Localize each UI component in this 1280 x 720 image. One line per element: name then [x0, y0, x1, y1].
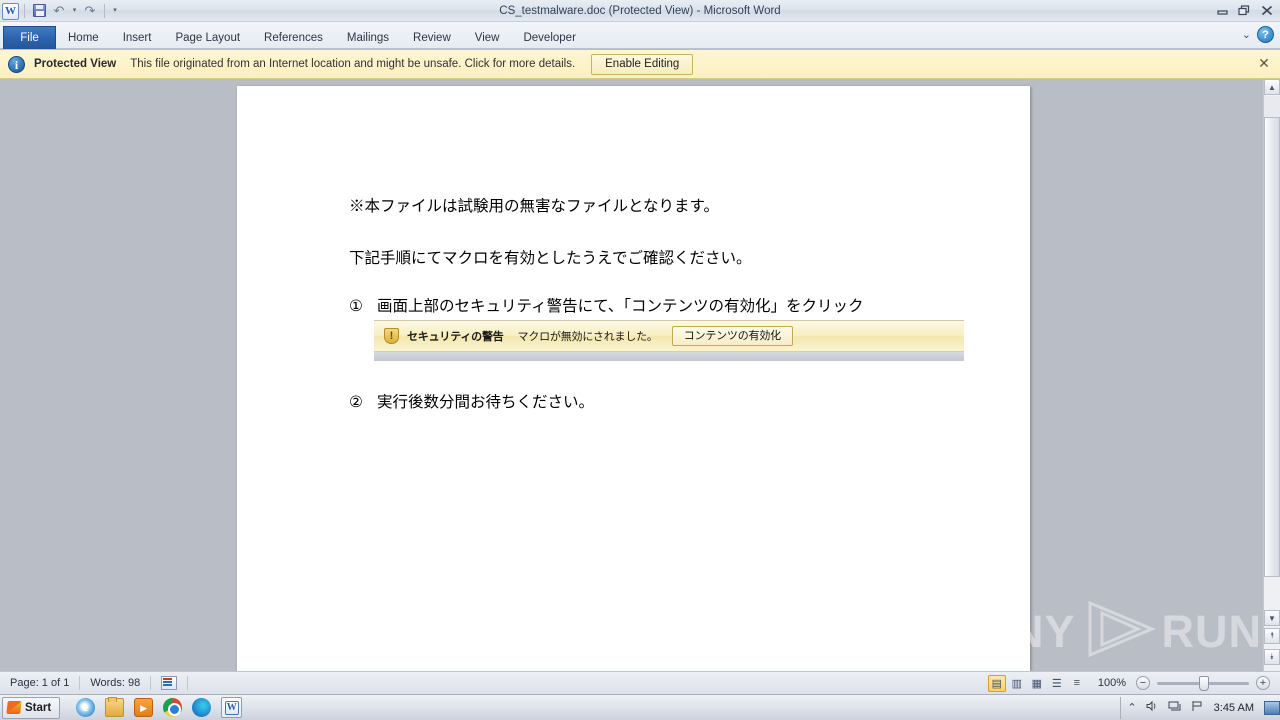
list-text-1: 画面上部のセキュリティ警告にて、「コンテンツの有効化」をクリック [377, 298, 864, 315]
show-hidden-icons-button[interactable]: ⌃ [1127, 701, 1136, 714]
word-application-window: W ↶ ▾ ↷ ▾ CS_testmalware.doc (Protected … [0, 0, 1280, 720]
minimize-button[interactable] [1213, 2, 1232, 18]
protected-view-message: This file originated from an Internet lo… [130, 58, 576, 70]
tab-file[interactable]: File [3, 26, 56, 49]
action-center-flag-icon[interactable] [1191, 700, 1203, 715]
print-layout-view-button[interactable]: ▤ [987, 674, 1006, 692]
taskbar-items: e ▶ W [76, 697, 243, 718]
zoom-in-button[interactable]: + [1256, 676, 1270, 690]
window-controls [1213, 2, 1276, 18]
taskbar-windows-media-player[interactable]: ▶ [134, 698, 154, 717]
close-button[interactable] [1257, 2, 1276, 18]
security-warning-bar: ! セキュリティの警告 マクロが無効にされました。 コンテンツの有効化 [374, 321, 964, 361]
scroll-down-button[interactable]: ▼ [1264, 610, 1280, 626]
list-text-2: 実行後数分間お待ちください。 [377, 394, 595, 411]
protected-view-label: Protected View [34, 58, 117, 70]
protected-view-bar: i Protected View This file originated fr… [0, 50, 1280, 79]
embedded-security-warning-image: ! セキュリティの警告 マクロが無効にされました。 コンテンツの有効化 [374, 320, 964, 361]
ribbon-right-controls: ⌄ ? [1242, 26, 1274, 43]
restore-button[interactable] [1235, 2, 1254, 18]
full-screen-reading-view-button[interactable]: ▥ [1008, 675, 1026, 692]
outline-view-button[interactable]: ☰ [1048, 675, 1066, 692]
play-triangle-logo [1080, 600, 1158, 663]
tab-references[interactable]: References [252, 27, 335, 49]
collapse-ribbon-icon[interactable]: ⌄ [1242, 28, 1251, 41]
help-icon[interactable]: ? [1257, 26, 1274, 43]
document-page[interactable]: ※本ファイルは試験用の無害なファイルとなります。 下記手順にてマクロを有効とした… [237, 86, 1030, 671]
tab-home[interactable]: Home [56, 27, 111, 49]
volume-icon[interactable] [1146, 700, 1159, 715]
taskbar-word-icon: W [224, 700, 239, 715]
start-button[interactable]: Start [2, 696, 61, 719]
tab-developer[interactable]: Developer [511, 27, 587, 49]
system-tray: ⌃ 3:45 AM [1120, 696, 1262, 719]
word-count[interactable]: Words: 98 [80, 672, 150, 694]
info-icon: i [8, 55, 25, 73]
list-number-1: ① [349, 298, 363, 315]
network-icon[interactable] [1168, 700, 1182, 715]
zoom-slider-thumb[interactable] [1199, 675, 1209, 691]
windows-taskbar: Start e ▶ W ⌃ 3:45 AM [0, 694, 1280, 720]
enable-content-button: コンテンツの有効化 [671, 326, 793, 346]
ribbon-tabs: File Home Insert Page Layout References … [0, 22, 588, 49]
document-line-2: 下記手順にてマクロを有効としたうえでご確認ください。 [349, 250, 752, 267]
tab-page-layout[interactable]: Page Layout [163, 27, 252, 49]
security-warning-image-strip [374, 352, 964, 361]
taskbar-microsoft-edge[interactable] [192, 698, 212, 717]
status-bar-right: ▤ ▥ ▦ ☰ ≡ 100% − + [987, 674, 1280, 692]
status-bar: Page: 1 of 1 Words: 98 ▤ ▥ ▦ ☰ ≡ 100% − … [0, 671, 1280, 694]
taskbar-microsoft-word[interactable]: W [221, 697, 243, 718]
tab-insert[interactable]: Insert [111, 27, 164, 49]
document-list-item-1: ① 画面上部のセキュリティ警告にて、「コンテンツの有効化」をクリック [349, 294, 864, 316]
taskbar-google-chrome[interactable] [163, 698, 183, 717]
taskbar-windows-explorer[interactable] [105, 697, 125, 717]
document-body: ※本ファイルは試験用の無害なファイルとなります。 下記手順にてマクロを有効とした… [237, 86, 1030, 671]
clock[interactable]: 3:45 AM [1212, 702, 1256, 714]
document-line-1: ※本ファイルは試験用の無害なファイルとなります。 [349, 198, 719, 215]
zoom-slider-track[interactable] [1157, 675, 1249, 691]
previous-page-button[interactable]: ⯭ [1264, 628, 1280, 644]
security-warning-title: セキュリティの警告 [407, 331, 504, 343]
close-icon[interactable]: ✕ [1256, 56, 1272, 72]
next-page-button[interactable]: ⯯ [1264, 649, 1280, 665]
tab-mailings[interactable]: Mailings [335, 27, 401, 49]
page-indicator[interactable]: Page: 1 of 1 [0, 672, 79, 694]
title-bar: W ↶ ▾ ↷ ▾ CS_testmalware.doc (Protected … [0, 0, 1280, 22]
taskbar-internet-explorer[interactable]: e [76, 698, 96, 717]
show-desktop-button[interactable] [1264, 700, 1280, 715]
list-number-2: ② [349, 394, 363, 411]
window-title: CS_testmalware.doc (Protected View) - Mi… [499, 5, 781, 17]
proofing-errors-icon[interactable] [161, 676, 178, 690]
zoom-level-label[interactable]: 100% [1098, 677, 1126, 689]
tab-view[interactable]: View [463, 27, 512, 49]
web-layout-view-button[interactable]: ▦ [1028, 675, 1046, 692]
scroll-track-upper[interactable] [1264, 96, 1280, 117]
status-divider-3 [187, 676, 189, 690]
warning-shield-icon: ! [384, 328, 399, 344]
watermark-text-right: RUN [1161, 606, 1262, 657]
vertical-scrollbar[interactable]: ▲ ▼ ⯭ ⯯ [1263, 79, 1280, 671]
enable-editing-button[interactable]: Enable Editing [591, 53, 694, 75]
status-divider-2 [150, 676, 152, 690]
start-button-label: Start [25, 701, 52, 714]
tab-review[interactable]: Review [401, 27, 463, 49]
document-list-item-2: ② 実行後数分間お待ちください。 [349, 390, 594, 412]
ribbon-tab-bar: File Home Insert Page Layout References … [0, 22, 1280, 49]
zoom-out-button[interactable]: − [1136, 676, 1150, 690]
windows-logo-icon [6, 701, 22, 714]
security-warning-message: マクロが無効にされました。 [517, 331, 658, 343]
scroll-up-button[interactable]: ▲ [1264, 79, 1280, 95]
document-work-area: ※本ファイルは試験用の無害なファイルとなります。 下記手順にてマクロを有効とした… [0, 79, 1280, 671]
draft-view-button[interactable]: ≡ [1068, 675, 1086, 692]
scrollbar-thumb[interactable] [1264, 117, 1280, 577]
